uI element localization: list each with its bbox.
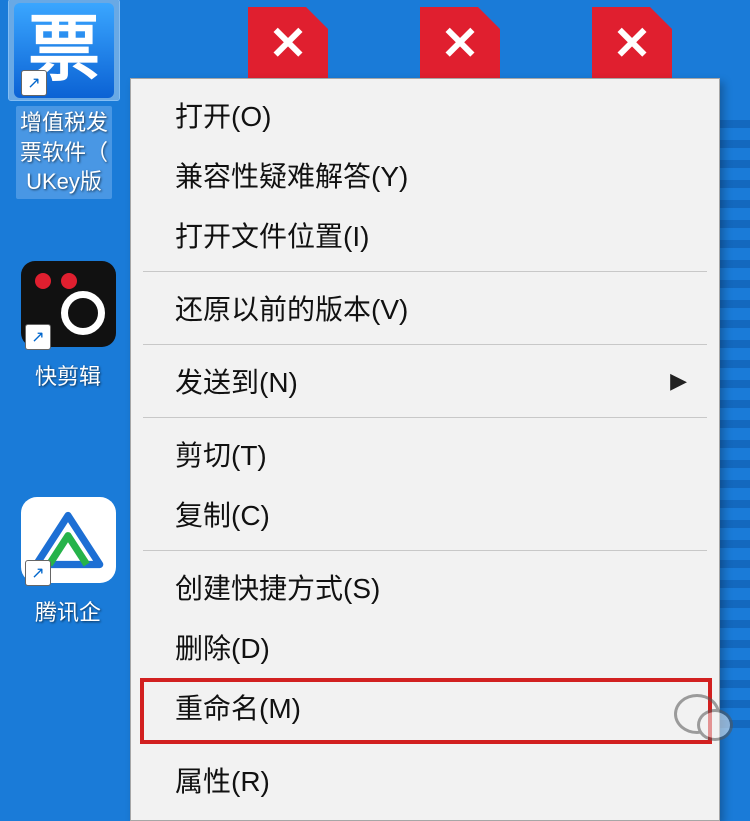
shortcut-overlay-icon: ↗ [25,324,51,350]
menu-item-copy[interactable]: 复制(C) [135,484,715,544]
menu-item-delete[interactable]: 删除(D) [135,617,715,677]
menu-item-create-shortcut[interactable]: 创建快捷方式(S) [135,557,715,617]
icon-label: 增值税发 票软件（ UKey版 [16,106,112,199]
menu-item-label: 创建快捷方式(S) [175,567,380,607]
menu-item-restore[interactable]: 还原以前的版本(V) [135,278,715,338]
menu-separator [143,344,707,345]
menu-item-open-location[interactable]: 打开文件位置(I) [135,205,715,265]
menu-item-label: 发送到(N) [175,361,298,401]
menu-item-compat[interactable]: 兼容性疑难解答(Y) [135,145,715,205]
menu-item-label: 剪切(T) [175,434,267,474]
menu-item-cut[interactable]: 剪切(T) [135,424,715,484]
menu-item-sendto[interactable]: 发送到(N) ▶ [135,351,715,411]
menu-item-open[interactable]: 打开(O) [135,85,715,145]
icon-label: 快剪辑 [31,360,105,394]
menu-item-properties[interactable]: 属性(R) [135,750,715,810]
menu-item-label: 打开文件位置(I) [175,215,369,255]
desktop-icon-kuaijian[interactable]: ↗ 快剪辑 [8,254,128,394]
menu-item-label: 重命名(M) [175,687,301,727]
menu-item-label: 属性(R) [175,760,270,800]
menu-separator [143,550,707,551]
shortcut-overlay-icon: ↗ [25,560,51,586]
desktop-icon-tencent[interactable]: ↗ 腾讯企 [8,490,128,630]
context-menu: 打开(O) 兼容性疑难解答(Y) 打开文件位置(I) 还原以前的版本(V) 发送… [130,78,720,821]
menu-separator [143,417,707,418]
menu-item-label: 删除(D) [175,627,270,667]
wechat-watermark [674,694,730,734]
menu-item-label: 还原以前的版本(V) [175,288,408,328]
desktop: 票 ↗ 增值税发 票软件（ UKey版 ✕ ✕ ✕ ↗ 快剪辑 [0,0,750,752]
desktop-icon-piao[interactable]: 票 ↗ 增值税发 票软件（ UKey版 [4,0,124,199]
icon-label: 腾讯企 [31,596,105,630]
menu-item-label: 打开(O) [175,95,271,135]
menu-item-label: 复制(C) [175,494,270,534]
background-clutter [720,120,750,740]
menu-item-rename[interactable]: 重命名(M) [135,677,715,737]
menu-separator [143,743,707,744]
menu-separator [143,271,707,272]
shortcut-overlay-icon: ↗ [21,70,47,96]
submenu-arrow-icon: ▶ [670,368,687,394]
menu-item-label: 兼容性疑难解答(Y) [175,155,408,195]
wechat-icon [674,694,720,734]
